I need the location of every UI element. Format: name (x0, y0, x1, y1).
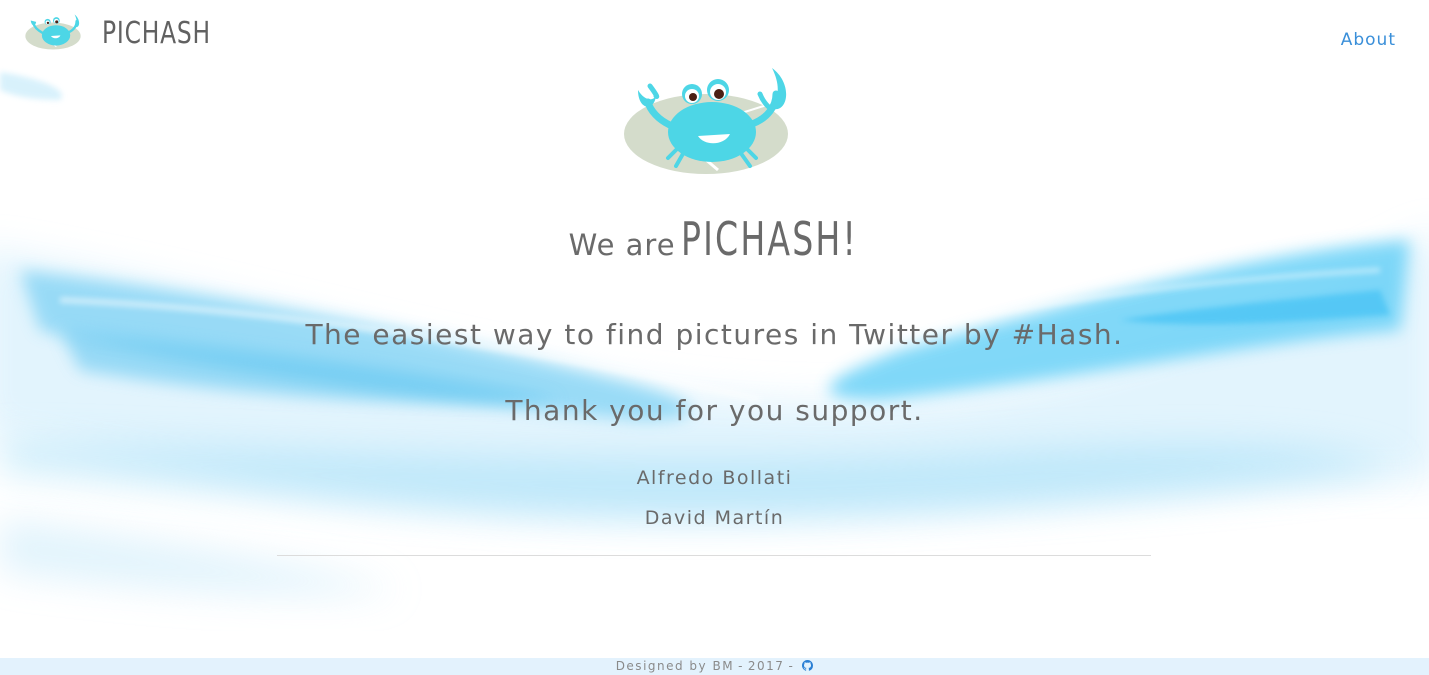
hero-tagline: The easiest way to find pictures in Twit… (305, 318, 1124, 351)
hero-headline: We are PICHASH! (0, 212, 1429, 266)
footer-designed-by: Designed by BM (615, 659, 735, 673)
nav-about-link[interactable]: About (1341, 30, 1396, 50)
crab-logo-icon (624, 68, 788, 174)
github-icon[interactable] (802, 660, 814, 671)
crab-logo-icon[interactable] (24, 8, 82, 56)
page: PICHASH About We are PICHASH! The easies… (0, 0, 1429, 675)
headline-lead: We are (568, 228, 676, 262)
author-name: David Martín (644, 507, 785, 529)
footer-separator: - (788, 659, 795, 673)
divider (277, 555, 1151, 556)
author-name: Alfredo Bollati (636, 467, 793, 489)
navbar: PICHASH About (0, 0, 1429, 70)
footer: Designed by BM -2017- (0, 658, 1429, 675)
headline-brand: PICHASH! (680, 212, 858, 266)
footer-separator: - (738, 659, 744, 673)
footer-year: 2017 (747, 659, 785, 673)
hero-thanks: Thank you for you support. (505, 394, 924, 427)
brand-name[interactable]: PICHASH (102, 12, 211, 56)
